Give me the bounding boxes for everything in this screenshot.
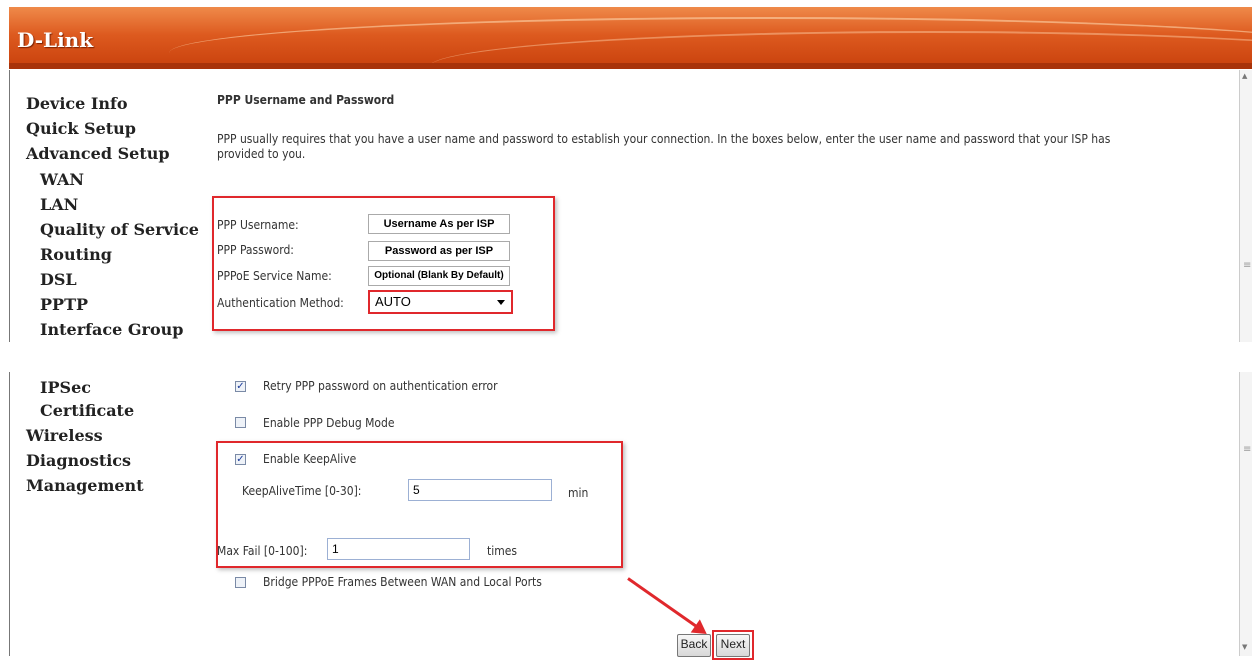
nav-quality-of-service[interactable]: Quality of Service — [40, 220, 199, 239]
nav-routing[interactable]: Routing — [40, 245, 112, 264]
back-button[interactable]: Back — [677, 634, 711, 657]
retry-label: Retry PPP password on authentication err… — [263, 379, 498, 393]
keepalive-label: Enable KeepAlive — [263, 452, 357, 466]
scroll-up-icon[interactable]: ▲ — [1242, 72, 1247, 80]
chevron-down-icon[interactable] — [497, 300, 505, 305]
keepalive-checkbox[interactable]: ✓ — [235, 454, 246, 465]
username-label: PPP Username: — [217, 218, 299, 232]
nav-management[interactable]: Management — [26, 476, 144, 495]
service-name-input[interactable]: Optional (Blank By Default) — [368, 266, 510, 286]
keepalive-time-input[interactable]: 5 — [408, 479, 552, 501]
nav-dsl[interactable]: DSL — [40, 270, 77, 289]
keepalive-time-unit: min — [568, 486, 589, 500]
nav-lan[interactable]: LAN — [40, 195, 78, 214]
max-fail-unit: times — [487, 544, 518, 558]
nav-certificate[interactable]: Certificate — [40, 401, 134, 420]
nav-ipsec[interactable]: IPSec — [40, 378, 91, 397]
scroll-down-icon[interactable]: ▼ — [1242, 643, 1247, 651]
auth-method-value: AUTO — [375, 294, 411, 309]
username-input[interactable]: Username As per ISP — [368, 214, 510, 234]
description-line-2: provided to you. — [217, 147, 306, 161]
page-title: PPP Username and Password — [217, 93, 395, 107]
debug-label: Enable PPP Debug Mode — [263, 416, 395, 430]
description-line-1: PPP usually requires that you have a use… — [217, 132, 1111, 146]
nav-wireless[interactable]: Wireless — [26, 426, 103, 445]
keepalive-time-label: KeepAliveTime [0-30]: — [242, 484, 362, 498]
debug-checkbox[interactable] — [235, 417, 246, 428]
max-fail-label: Max Fail [0-100]: — [217, 544, 308, 558]
scrollbar-top[interactable]: ▲ ≡ — [1239, 70, 1252, 342]
nav-quick-setup[interactable]: Quick Setup — [26, 119, 136, 138]
header-banner: D-Link — [9, 7, 1252, 69]
password-label: PPP Password: — [217, 243, 294, 257]
dlink-logo: D-Link — [17, 28, 94, 52]
nav-pptp[interactable]: PPTP — [40, 295, 88, 314]
nav-device-info[interactable]: Device Info — [26, 94, 128, 113]
nav-diagnostics[interactable]: Diagnostics — [26, 451, 131, 470]
auth-method-label: Authentication Method: — [217, 296, 344, 310]
bridge-checkbox[interactable] — [235, 577, 246, 588]
screenshot-gap — [0, 342, 1252, 372]
scroll-grip-icon[interactable]: ≡ — [1243, 444, 1251, 455]
nav-interface-group[interactable]: Interface Group — [40, 320, 183, 339]
password-input[interactable]: Password as per ISP — [368, 241, 510, 261]
content-panel-bottom — [9, 372, 1241, 656]
retry-checkbox[interactable]: ✓ — [235, 381, 246, 392]
scrollbar-bottom[interactable]: ≡ ▼ — [1239, 372, 1252, 656]
max-fail-input[interactable]: 1 — [327, 538, 470, 560]
bridge-label: Bridge PPPoE Frames Between WAN and Loca… — [263, 575, 542, 589]
auth-method-select[interactable]: AUTO — [368, 290, 513, 314]
content-panel-top — [9, 70, 1241, 342]
nav-wan[interactable]: WAN — [40, 170, 84, 189]
scroll-grip-icon[interactable]: ≡ — [1243, 260, 1251, 271]
service-name-label: PPPoE Service Name: — [217, 269, 332, 283]
nav-advanced-setup[interactable]: Advanced Setup — [26, 144, 170, 163]
next-button[interactable]: Next — [716, 634, 750, 657]
